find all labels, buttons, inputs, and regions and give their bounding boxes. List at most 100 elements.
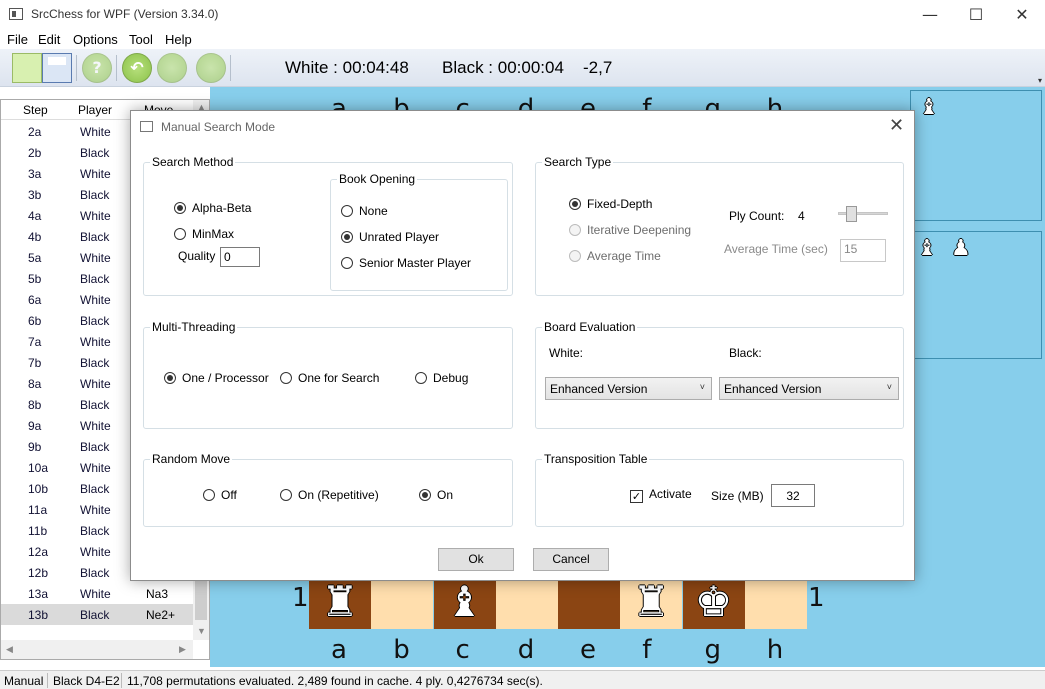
group-title: Book Opening: [337, 172, 418, 186]
board-square-d1[interactable]: [495, 579, 558, 629]
dialog-close-button[interactable]: ✕: [889, 115, 904, 136]
average-time-input[interactable]: 15: [840, 239, 886, 262]
board-square-e1[interactable]: [558, 579, 620, 629]
chess-piece-icon[interactable]: ♜: [309, 577, 371, 627]
chevron-down-icon: ˅: [699, 382, 705, 392]
minmax-radio[interactable]: MinMax: [174, 227, 234, 241]
hint-icon[interactable]: ?: [82, 53, 112, 83]
cell-step: 9b: [28, 440, 42, 454]
ok-button[interactable]: Ok: [438, 548, 514, 571]
radio-label: None: [359, 204, 388, 218]
radio-dot: [203, 489, 215, 501]
slider-thumb[interactable]: [846, 206, 857, 222]
column-player[interactable]: Player: [78, 103, 112, 117]
table-row[interactable]: 13a White Na3: [1, 583, 193, 604]
redo-icon[interactable]: [157, 53, 187, 83]
fixed-depth-radio[interactable]: Fixed-Depth: [569, 197, 652, 211]
radio-dot: [341, 257, 353, 269]
captured-bishop-icon: ♝: [917, 236, 937, 261]
cell-player: White: [80, 461, 111, 475]
random-off-radio[interactable]: Off: [203, 488, 237, 502]
black-eval-select[interactable]: Enhanced Version ˅: [719, 377, 899, 400]
minimize-button[interactable]: —: [907, 0, 953, 30]
scroll-left-icon[interactable]: ◀: [6, 644, 13, 655]
score: -2,7: [583, 58, 613, 77]
cell-step: 12b: [28, 566, 49, 580]
cell-move: Na3: [146, 587, 169, 601]
table-row[interactable]: 13b Black Ne2+: [1, 604, 193, 625]
cell-step: 7a: [28, 335, 42, 349]
menu-tool[interactable]: Tool: [129, 32, 153, 47]
menu-help[interactable]: Help: [165, 32, 192, 47]
search-method-group: Search Method Alpha-Beta MinMax Quality …: [143, 155, 513, 296]
group-title: Search Type: [542, 155, 614, 169]
cell-step: 13b: [28, 608, 49, 622]
cell-step: 5a: [28, 251, 42, 265]
new-game-icon[interactable]: [12, 53, 42, 83]
undo-icon[interactable]: ↶: [122, 53, 152, 83]
cell-player: Black: [80, 356, 110, 370]
cell-step: 9a: [28, 419, 42, 433]
activate-checkbox[interactable]: ✓ Activate: [630, 487, 692, 503]
quality-input[interactable]: 0: [220, 247, 260, 267]
menu-file[interactable]: File: [7, 32, 28, 47]
close-window-button[interactable]: ✕: [999, 0, 1045, 30]
column-step[interactable]: Step: [23, 103, 48, 117]
alpha-beta-radio[interactable]: Alpha-Beta: [174, 201, 251, 215]
radio-label: Debug: [433, 371, 469, 385]
cell-player: Black: [80, 230, 110, 244]
one-per-processor-radio[interactable]: One / Processor: [164, 371, 269, 385]
average-time-radio[interactable]: Average Time: [569, 249, 661, 263]
menu-options[interactable]: Options: [73, 32, 118, 47]
chess-piece-icon[interactable]: ♜: [620, 577, 682, 627]
toolbar-overflow-icon[interactable]: ▾: [1038, 76, 1042, 85]
maximize-button[interactable]: ☐: [953, 0, 999, 30]
cell-player: White: [80, 503, 111, 517]
random-on-repetitive-radio[interactable]: On (Repetitive): [280, 488, 379, 502]
board-square-f1[interactable]: ♜: [620, 577, 683, 629]
cell-player: Black: [80, 440, 110, 454]
size-input[interactable]: 32: [771, 484, 815, 507]
cell-step: 10b: [28, 482, 49, 496]
average-time-label: Average Time (sec): [724, 242, 828, 256]
board-square-c1[interactable]: ♝: [433, 577, 496, 629]
transposition-table-group: Transposition Table ✓ Activate Size (MB) …: [535, 452, 904, 527]
board-square-h1[interactable]: [744, 579, 807, 629]
white-eval-select[interactable]: Enhanced Version ˅: [545, 377, 712, 400]
cell-player: Black: [80, 608, 110, 622]
radio-label: One for Search: [298, 371, 380, 385]
file-label-bottom: c: [455, 635, 470, 665]
book-senior-radio[interactable]: Senior Master Player: [341, 256, 471, 270]
captured-pieces-bottom: ♝ ♟: [910, 231, 1042, 359]
board-square-g1[interactable]: ♚: [682, 577, 745, 629]
board-square-b1[interactable]: [371, 579, 434, 629]
chess-piece-icon[interactable]: ♝: [434, 577, 496, 627]
cell-step: 8a: [28, 377, 42, 391]
ply-count-value: 4: [798, 209, 805, 223]
one-for-search-radio[interactable]: One for Search: [280, 371, 379, 385]
radio-label: Senior Master Player: [359, 256, 472, 270]
menu-edit[interactable]: Edit: [38, 32, 60, 47]
group-title: Random Move: [150, 452, 233, 466]
board-square-a1[interactable]: ♜: [309, 577, 371, 629]
radio-dot: [174, 228, 186, 240]
scroll-right-icon[interactable]: ▶: [179, 644, 186, 655]
cancel-search-icon[interactable]: [196, 53, 226, 83]
random-on-radio[interactable]: On: [419, 488, 453, 502]
debug-radio[interactable]: Debug: [415, 371, 468, 385]
cell-player: White: [80, 209, 111, 223]
horizontal-scrollbar[interactable]: ◀ ▶: [1, 640, 193, 659]
cell-step: 11a: [28, 503, 48, 517]
book-none-radio[interactable]: None: [341, 204, 388, 218]
file-label-bottom: b: [393, 635, 410, 665]
radio-dot: [280, 372, 292, 384]
cell-step: 13a: [28, 587, 49, 601]
scroll-down-icon[interactable]: ▼: [197, 626, 206, 636]
save-icon[interactable]: [42, 53, 72, 83]
chess-piece-icon[interactable]: ♚: [683, 577, 745, 627]
book-unrated-radio[interactable]: Unrated Player: [341, 230, 439, 244]
iterative-deepening-radio[interactable]: Iterative Deepening: [569, 223, 691, 237]
manual-search-mode-dialog: Manual Search Mode ✕ Search Method Alpha…: [130, 110, 915, 581]
cancel-button[interactable]: Cancel: [533, 548, 609, 571]
file-label-bottom: d: [517, 635, 535, 665]
